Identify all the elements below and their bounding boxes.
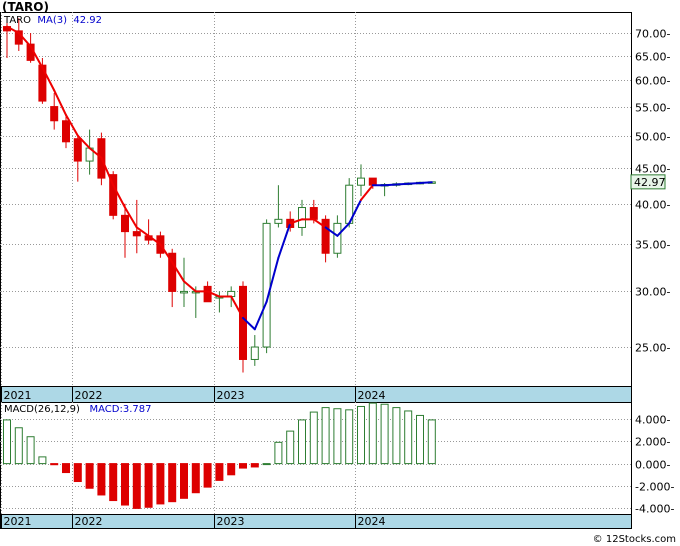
macd-bar [144, 463, 153, 508]
candle-body [333, 222, 342, 254]
macd-bar [227, 463, 236, 476]
price-x-tick-label: 2021 [4, 389, 32, 402]
macd-x-tick-label: 2024 [358, 515, 386, 528]
candle-body [262, 222, 271, 348]
price-legend: TARO MA(3) 42.92 [4, 15, 102, 26]
ma-line-segment [383, 183, 398, 187]
candle-body [203, 285, 212, 303]
price-y-tick-label: 60.00- [635, 75, 670, 88]
macd-bar [345, 409, 354, 465]
macd-legend-label: MACD(26,12,9) [4, 404, 80, 415]
credit-text: © 12Stocks.com [592, 534, 676, 545]
candle-body [180, 290, 188, 294]
macd-bar [73, 463, 82, 483]
macd-bar [368, 402, 377, 465]
macd-bar [215, 463, 224, 481]
macd-y-tick-label: 4.000- [635, 414, 670, 427]
macd-bar [168, 463, 177, 503]
candle-body [121, 214, 129, 233]
macd-bar [239, 463, 247, 469]
macd-bar [38, 456, 47, 465]
macd-bar [380, 403, 389, 465]
macd-legend: MACD(26,12,9) MACD:3.787 [4, 404, 151, 415]
candle-body [250, 346, 259, 360]
candle-body [62, 120, 70, 143]
price-panel-frame [0, 12, 632, 387]
candle-body [357, 177, 365, 186]
macd-bar [262, 463, 271, 466]
price-x-tick-label: 2024 [358, 389, 386, 402]
price-y-tick-label: 65.00- [635, 51, 670, 64]
macd-x-tick-label: 2021 [4, 515, 32, 528]
price-y-tick-label: 25.00- [635, 342, 670, 355]
macd-bar [274, 441, 283, 465]
macd-bar [404, 410, 413, 465]
price-legend-ticker: TARO [4, 15, 31, 26]
macd-bar [180, 463, 188, 499]
price-x-tick-label: 2023 [217, 389, 245, 402]
candle-body [274, 218, 283, 224]
macd-bar [333, 408, 342, 465]
price-legend-ma-value: 42.92 [73, 15, 102, 26]
macd-bar [203, 463, 212, 488]
price-y-tick-label: 70.00- [635, 28, 670, 41]
price-y-tick-label: 40.00- [635, 199, 670, 212]
macd-bar [321, 407, 330, 465]
candle-body [309, 207, 318, 220]
macd-bar [427, 419, 436, 465]
candle-body [321, 218, 330, 254]
macd-x-tick-label: 2022 [75, 515, 103, 528]
price-x-tick-label: 2022 [75, 389, 103, 402]
price-y-tick-label: 35.00- [635, 239, 670, 252]
price-y-tick-label: 45.00- [635, 163, 670, 176]
macd-bar [62, 463, 70, 474]
macd-bar [357, 405, 365, 465]
macd-bar [97, 463, 106, 496]
ma-line-segment [395, 182, 410, 186]
macd-bar [191, 463, 200, 494]
macd-y-tick-label: 0.000- [635, 459, 670, 472]
price-y-tick-label: 30.00- [635, 286, 670, 299]
macd-bar [14, 427, 23, 465]
macd-bar [85, 463, 94, 489]
ma-line-segment [419, 181, 433, 185]
macd-bar [109, 463, 118, 502]
macd-bar [392, 407, 401, 465]
macd-bar [416, 414, 424, 465]
macd-bar [309, 411, 318, 465]
candle-body [239, 285, 247, 360]
candle-body [368, 177, 377, 186]
macd-y-tick-label: 2.000- [635, 436, 670, 449]
chart-canvas: 25.00- 30.00- 35.00- 40.00- 45.00- 50.00- 55.0… [0, 12, 674, 529]
macd-x-tick-label: 2023 [217, 515, 245, 528]
macd-bar [26, 436, 35, 465]
macd-bar [132, 463, 141, 509]
last-price-label: 42.97 [634, 176, 666, 189]
macd-bar [121, 463, 129, 506]
macd-bar [50, 463, 59, 466]
macd-y-tick-label: -4.000- [635, 503, 674, 516]
price-legend-ma-label: MA(3) [37, 15, 67, 26]
price-y-tick-label: 50.00- [635, 131, 670, 144]
candle-body [298, 207, 306, 228]
candle-body [132, 231, 141, 237]
macd-y-tick-label: -2.000- [635, 481, 674, 494]
macd-bar [250, 463, 259, 468]
ma-line-segment [407, 182, 421, 185]
macd-bar [156, 463, 165, 505]
candle-body [50, 106, 59, 122]
macd-bar [3, 419, 11, 465]
price-y-tick-label: 55.00- [635, 102, 670, 115]
candle-body [73, 138, 82, 162]
macd-bar [286, 430, 295, 465]
macd-legend-value: MACD:3.787 [89, 404, 152, 415]
macd-bar [298, 419, 306, 465]
